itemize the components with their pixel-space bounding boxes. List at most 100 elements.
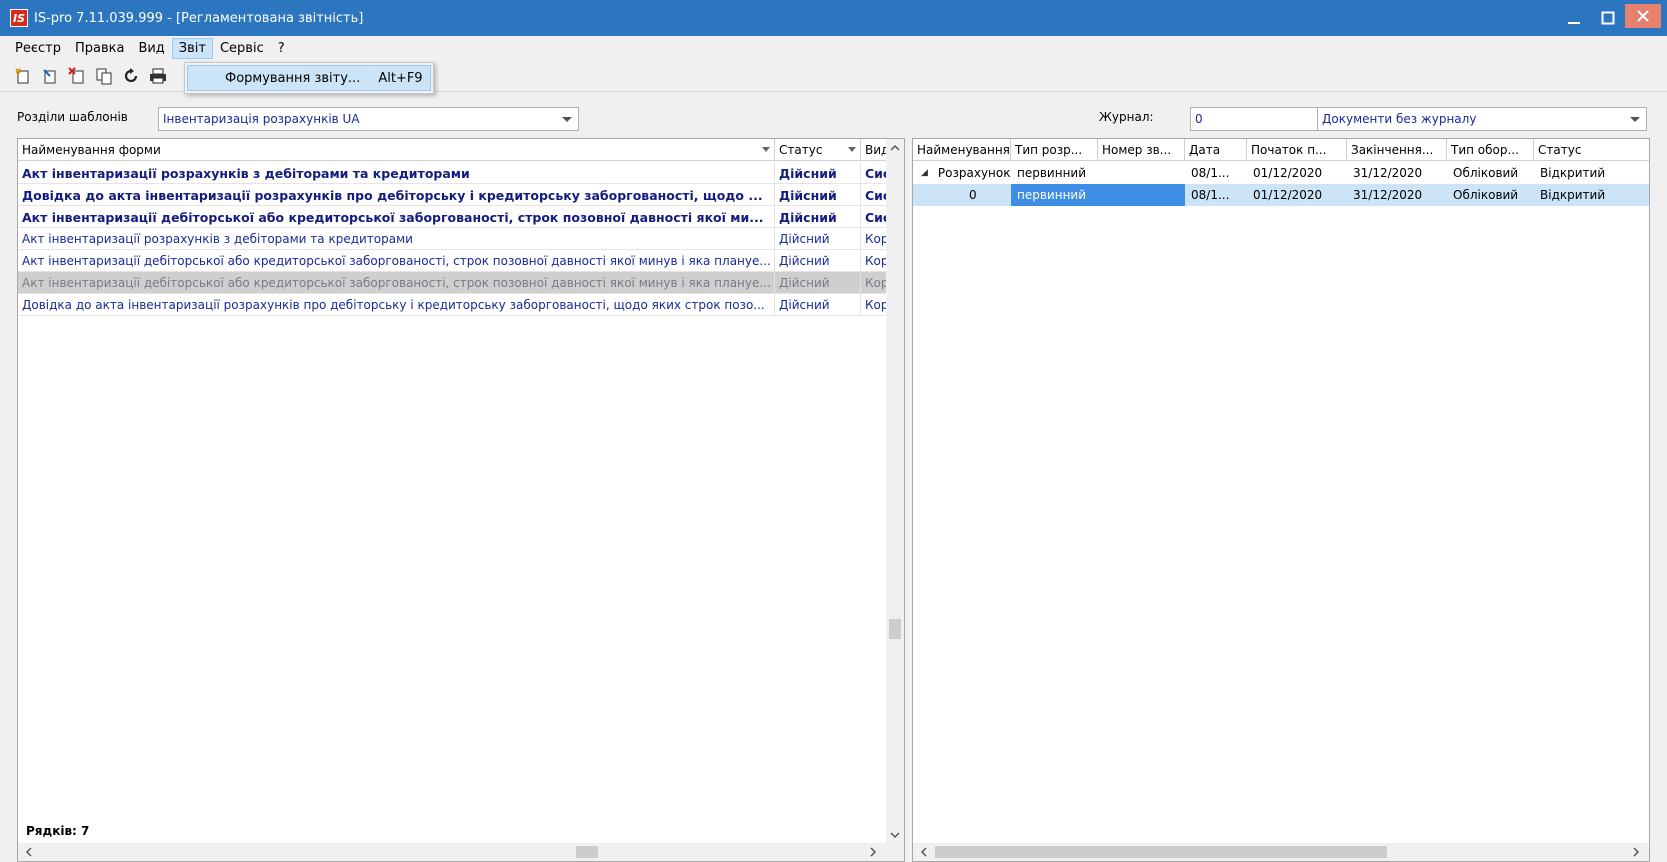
table-row[interactable]: Довідка до акта інвентаризації розрахунк… xyxy=(18,294,888,316)
table-row[interactable]: Акт інвентаризації розрахунків з дебітор… xyxy=(18,228,888,250)
date-cell: 08/1... xyxy=(1191,166,1230,180)
table-row[interactable]: Акт інвентаризації дебіторської або кред… xyxy=(18,206,888,228)
maximize-button[interactable] xyxy=(1591,0,1625,36)
journal-label: Журнал: xyxy=(1099,110,1154,124)
column-header-period-start[interactable]: Початок п... xyxy=(1247,139,1347,161)
chevron-left-icon[interactable] xyxy=(919,846,929,860)
column-header-status[interactable]: Статус xyxy=(1534,139,1649,161)
print-button[interactable] xyxy=(147,65,169,87)
menu-bar: Реєстр Правка Вид Звіт Сервіс ? xyxy=(0,36,1667,60)
delete-doc-button[interactable] xyxy=(66,65,88,87)
chevron-down-icon xyxy=(562,117,572,122)
table-row[interactable]: Акт інвентаризації дебіторської або кред… xyxy=(18,272,888,294)
form-name-cell: Акт інвентаризації розрахунків з дебітор… xyxy=(18,228,775,250)
maximize-icon xyxy=(1601,11,1615,25)
column-header-kind[interactable]: Вид xyxy=(861,139,888,161)
menu-service[interactable]: Сервіс xyxy=(213,38,271,59)
edit-doc-button[interactable] xyxy=(39,65,61,87)
form-name-cell: Довідка до акта інвентаризації розрахунк… xyxy=(18,294,775,316)
table-row[interactable]: Акт інвентаризації дебіторської або кред… xyxy=(18,250,888,272)
horizontal-scroll-thumb[interactable] xyxy=(576,846,598,858)
column-header-status-label: Статус xyxy=(779,143,823,157)
forms-horizontal-scrollbar[interactable] xyxy=(18,843,904,861)
close-button[interactable] xyxy=(1625,0,1661,36)
table-row[interactable]: Акт інвентаризації розрахунків з дебітор… xyxy=(18,162,888,184)
forms-grid: Найменування форми Статус Вид Акт інвент… xyxy=(17,138,905,862)
name-cell: 0 xyxy=(969,188,977,202)
status-cell: Дійсний xyxy=(775,294,861,316)
menu-report[interactable]: Звіт xyxy=(171,37,213,59)
report-dropdown-menu: Формування звіту... Alt+F9 xyxy=(184,62,434,94)
menu-view[interactable]: Вид xyxy=(131,38,171,59)
status-cell: Дійсний xyxy=(775,250,861,272)
chevron-down-icon[interactable] xyxy=(890,829,900,843)
column-header-date[interactable]: Дата xyxy=(1185,139,1247,161)
edit-doc-icon xyxy=(43,68,56,83)
print-icon xyxy=(150,68,166,83)
chevron-left-icon[interactable] xyxy=(24,846,34,860)
forms-grid-header: Найменування форми Статус Вид xyxy=(18,139,888,161)
forms-vertical-scrollbar[interactable] xyxy=(886,139,904,845)
status-cell: Дійсний xyxy=(775,162,861,184)
journal-number-value: 0 xyxy=(1195,112,1203,126)
kind-cell: Кор xyxy=(865,276,888,290)
report-number-cell xyxy=(1098,184,1185,206)
sections-value: Інвентаризація розрахунків UA xyxy=(163,112,360,126)
filter-icon xyxy=(848,147,856,152)
menu-help[interactable]: ? xyxy=(271,38,292,59)
copy-doc-button[interactable] xyxy=(93,65,115,87)
column-header-form-name[interactable]: Найменування форми xyxy=(18,139,775,161)
window-controls xyxy=(1557,0,1667,36)
journal-value: Документи без журналу xyxy=(1322,112,1477,126)
column-header-period-end[interactable]: Закінчення... xyxy=(1347,139,1447,161)
form-name-cell: Акт інвентаризації дебіторської або кред… xyxy=(18,250,775,272)
name-cell-label: Розрахунок xyxy=(937,166,1011,180)
menu-item-generate-report[interactable]: Формування звіту... Alt+F9 xyxy=(187,65,431,91)
reports-grid: Найменування Тип розр... Номер зв... Дат… xyxy=(912,138,1650,862)
menu-edit[interactable]: Правка xyxy=(68,38,131,59)
new-doc-button[interactable] xyxy=(12,65,34,87)
column-header-calc-type[interactable]: Тип розр... xyxy=(1011,139,1098,161)
copy-doc-icon xyxy=(96,68,112,84)
period-start-cell: 01/12/2020 xyxy=(1253,188,1323,202)
journal-number-input[interactable]: 0 xyxy=(1190,107,1318,131)
vertical-scroll-thumb[interactable] xyxy=(889,619,901,639)
title-bar: IS IS-pro 7.11.039.999 - [Регламентована… xyxy=(0,0,1667,36)
refresh-button[interactable] xyxy=(120,65,142,87)
kind-cell: Сис xyxy=(865,187,888,203)
form-name-cell: Акт інвентаризації дебіторської або кред… xyxy=(18,206,775,228)
chevron-up-icon[interactable] xyxy=(890,142,900,156)
column-header-status[interactable]: Статус xyxy=(775,139,861,161)
table-row[interactable]: 0 первинний 08/1... 01/12/2020 31/12/202… xyxy=(913,184,1649,206)
status-cell: Дійсний xyxy=(775,184,861,206)
minimize-button[interactable] xyxy=(1557,0,1591,36)
window-title: IS-pro 7.11.039.999 - [Регламентована зв… xyxy=(34,10,364,26)
horizontal-scroll-thumb[interactable] xyxy=(935,846,1387,858)
sections-label: Розділи шаблонів xyxy=(17,110,128,124)
status-cell: Відкритий xyxy=(1540,166,1606,180)
reports-horizontal-scrollbar[interactable] xyxy=(913,843,1649,861)
column-header-turnover-type[interactable]: Тип обор... xyxy=(1447,139,1534,161)
menu-registry[interactable]: Реєстр xyxy=(8,38,68,59)
status-cell: Відкритий xyxy=(1540,188,1606,202)
kind-cell: Кор xyxy=(865,254,888,268)
sections-combo[interactable]: Інвентаризація розрахунків UA xyxy=(158,107,579,131)
journal-combo[interactable]: Документи без журналу xyxy=(1317,107,1647,131)
chevron-right-icon[interactable] xyxy=(1631,846,1641,860)
row-count: Рядків: 7 xyxy=(26,824,90,838)
period-end-cell: 31/12/2020 xyxy=(1353,188,1423,202)
form-name-cell: Акт інвентаризації розрахунків з дебітор… xyxy=(18,162,775,184)
turnover-type-cell: Обліковий xyxy=(1453,188,1519,202)
column-header-name[interactable]: Найменування xyxy=(913,139,1011,161)
turnover-type-cell: Обліковий xyxy=(1453,166,1519,180)
report-number-cell xyxy=(1098,162,1185,184)
chevron-right-icon[interactable] xyxy=(868,846,878,860)
minimize-icon xyxy=(1568,22,1580,24)
table-row[interactable]: Довідка до акта інвентаризації розрахунк… xyxy=(18,184,888,206)
reports-grid-header: Найменування Тип розр... Номер зв... Дат… xyxy=(913,139,1649,161)
collapse-triangle-icon[interactable]: ◢ xyxy=(921,168,928,178)
table-row[interactable]: ◢ Розрахунок первинний 08/1... 01/12/202… xyxy=(913,162,1649,184)
app-logo: IS xyxy=(10,9,28,27)
column-header-report-number[interactable]: Номер зв... xyxy=(1098,139,1185,161)
status-cell: Дійсний xyxy=(775,272,861,294)
